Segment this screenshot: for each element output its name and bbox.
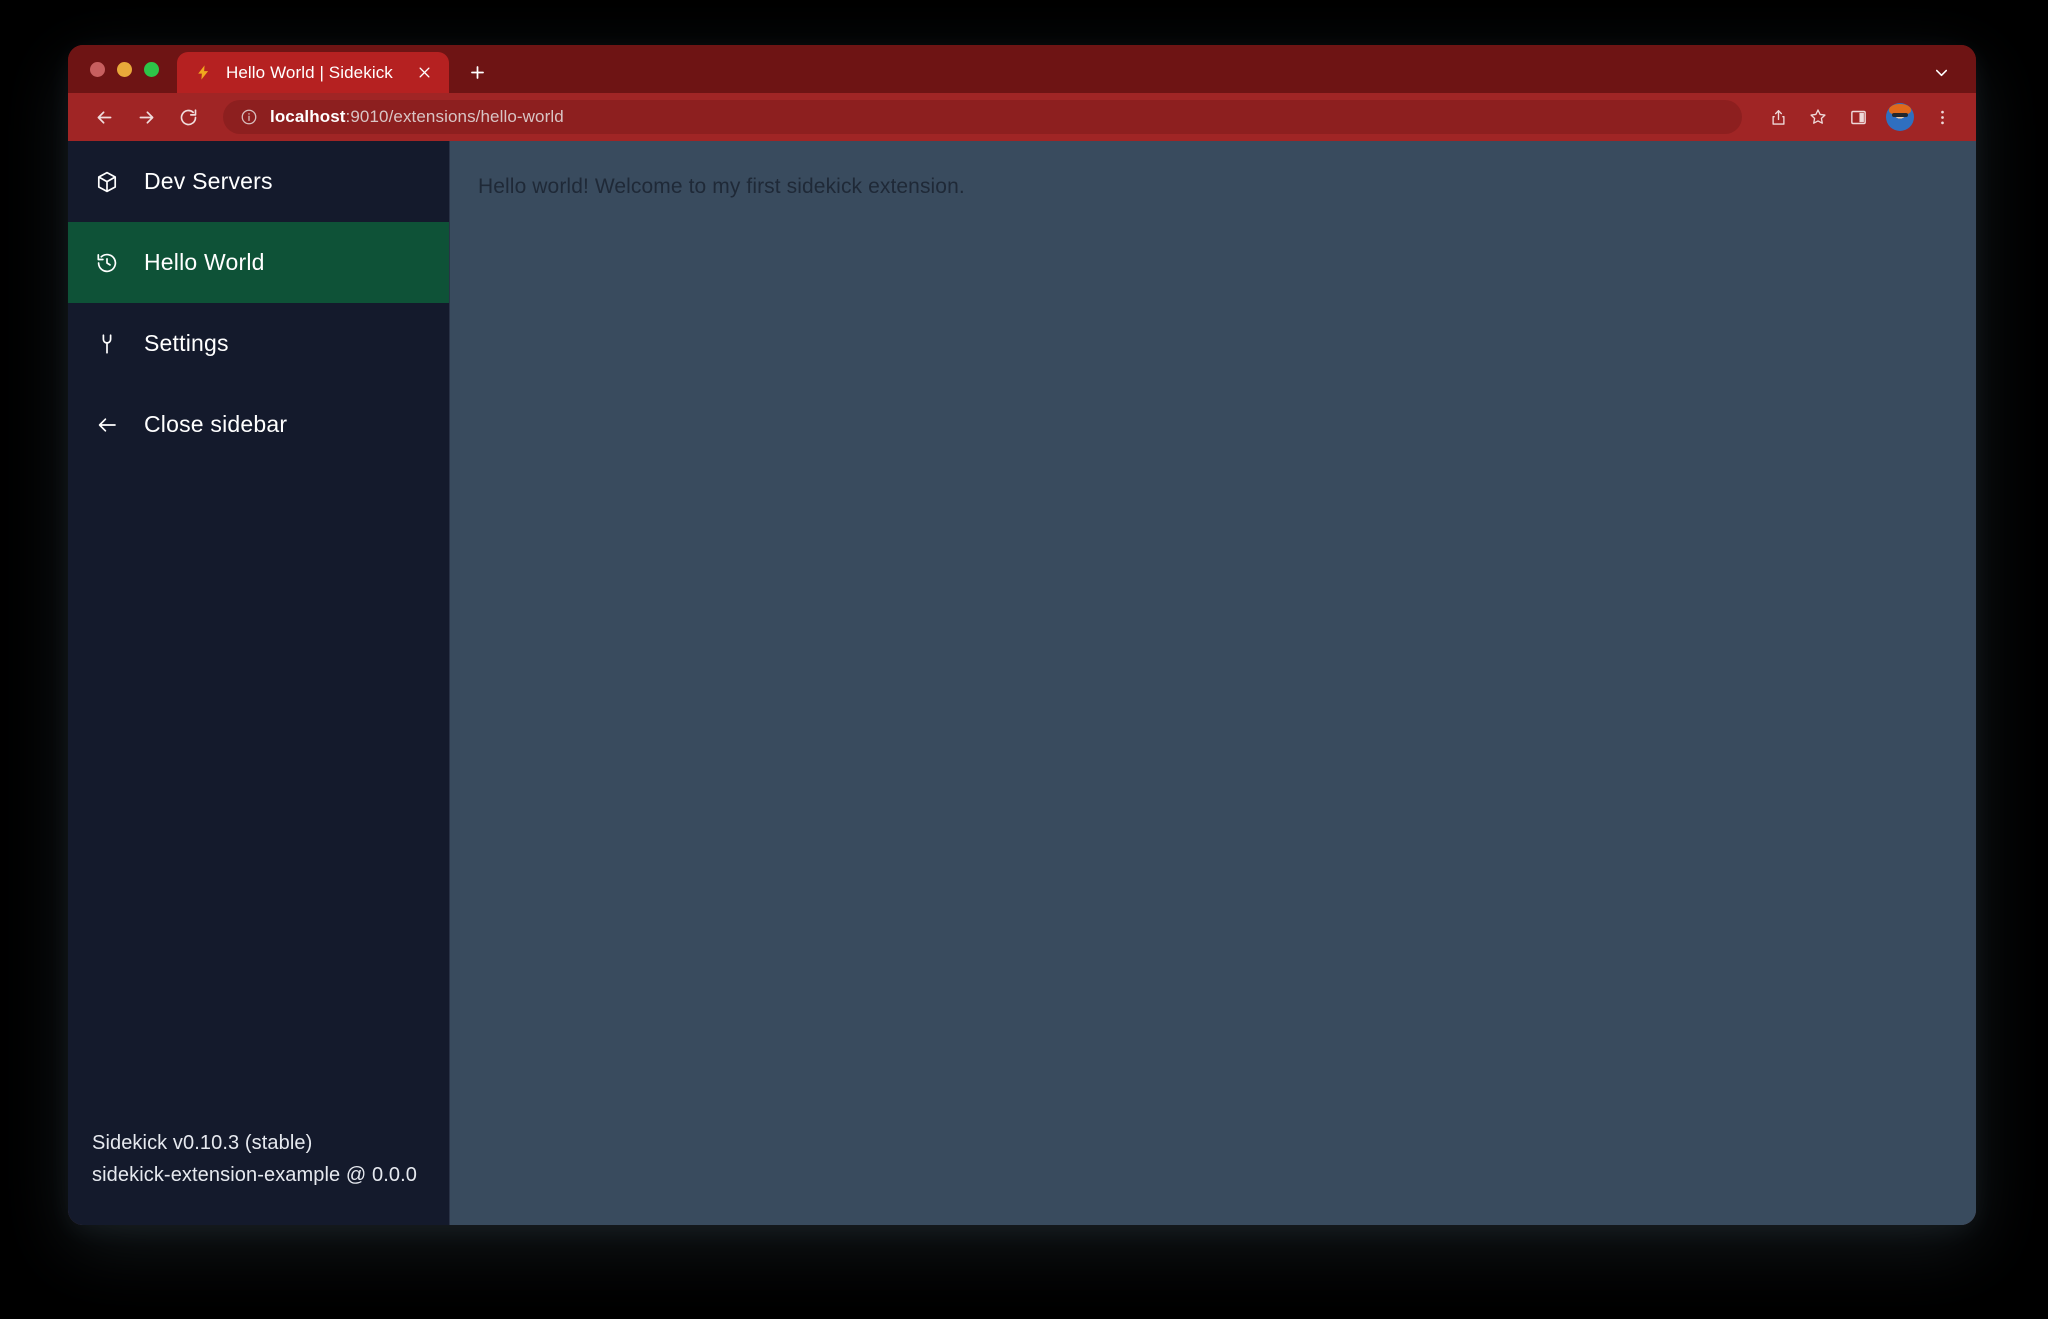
sidebar-item-hello-world[interactable]: Hello World: [68, 222, 449, 303]
main-content-panel: Hello world! Welcome to my first sidekic…: [450, 141, 1976, 1225]
bookmark-star-icon[interactable]: [1800, 99, 1836, 135]
toolbar-actions: [1760, 99, 1960, 135]
new-tab-button[interactable]: [458, 52, 496, 93]
sidebar-item-settings[interactable]: Settings: [68, 303, 449, 384]
tab-title: Hello World | Sidekick: [226, 63, 400, 83]
browser-tab[interactable]: Hello World | Sidekick: [177, 52, 449, 93]
sidekick-version-text: Sidekick v0.10.3 (stable): [92, 1132, 449, 1155]
sidebar-item-label: Close sidebar: [144, 411, 287, 438]
browser-toolbar: localhost:9010/extensions/hello-world: [68, 93, 1976, 141]
cube-icon: [94, 169, 120, 195]
side-panel-icon[interactable]: [1840, 99, 1876, 135]
address-bar-text: localhost:9010/extensions/hello-world: [270, 107, 564, 127]
close-tab-button[interactable]: [413, 62, 435, 84]
address-bar[interactable]: localhost:9010/extensions/hello-world: [223, 100, 1742, 134]
back-arrow-icon[interactable]: [86, 99, 122, 135]
sidebar-item-close-sidebar[interactable]: Close sidebar: [68, 384, 449, 465]
extension-package-text: sidekick-extension-example @ 0.0.0: [92, 1164, 449, 1187]
sidebar-item-label: Settings: [144, 330, 229, 357]
share-icon[interactable]: [1760, 99, 1796, 135]
reload-icon[interactable]: [170, 99, 206, 135]
sidebar-spacer: [68, 465, 449, 1132]
clock-rewind-icon: [94, 250, 120, 276]
chevron-down-icon[interactable]: [1924, 56, 1958, 90]
sidebar-item-label: Hello World: [144, 249, 265, 276]
sidebar-item-dev-servers[interactable]: Dev Servers: [68, 141, 449, 222]
tab-strip-right-controls: [1924, 52, 1958, 93]
url-path: :9010/extensions/hello-world: [346, 107, 564, 126]
minimize-window-button[interactable]: [117, 62, 132, 77]
info-circle-icon[interactable]: [239, 108, 258, 127]
sidebar-footer: Sidekick v0.10.3 (stable) sidekick-exten…: [68, 1132, 449, 1225]
avatar[interactable]: [1886, 103, 1914, 131]
tab-strip: Hello World | Sidekick: [68, 45, 1976, 93]
sidebar: Dev Servers Hello World: [68, 141, 450, 1225]
wrench-icon: [94, 331, 120, 357]
url-host: localhost: [270, 107, 346, 126]
maximize-window-button[interactable]: [144, 62, 159, 77]
close-window-button[interactable]: [90, 62, 105, 77]
sidebar-item-label: Dev Servers: [144, 168, 273, 195]
browser-window: Hello World | Sidekick: [68, 45, 1976, 1225]
forward-arrow-icon[interactable]: [128, 99, 164, 135]
hello-world-message: Hello world! Welcome to my first sidekic…: [478, 175, 1976, 199]
screenshot-root: Hello World | Sidekick: [0, 0, 2048, 1319]
window-traffic-lights: [82, 45, 173, 93]
more-menu-icon[interactable]: [1924, 99, 1960, 135]
app-body: Dev Servers Hello World: [68, 141, 1976, 1225]
sidebar-nav-list: Dev Servers Hello World: [68, 141, 449, 465]
arrow-left-icon: [94, 412, 120, 438]
lightning-bolt-icon: [194, 63, 213, 82]
